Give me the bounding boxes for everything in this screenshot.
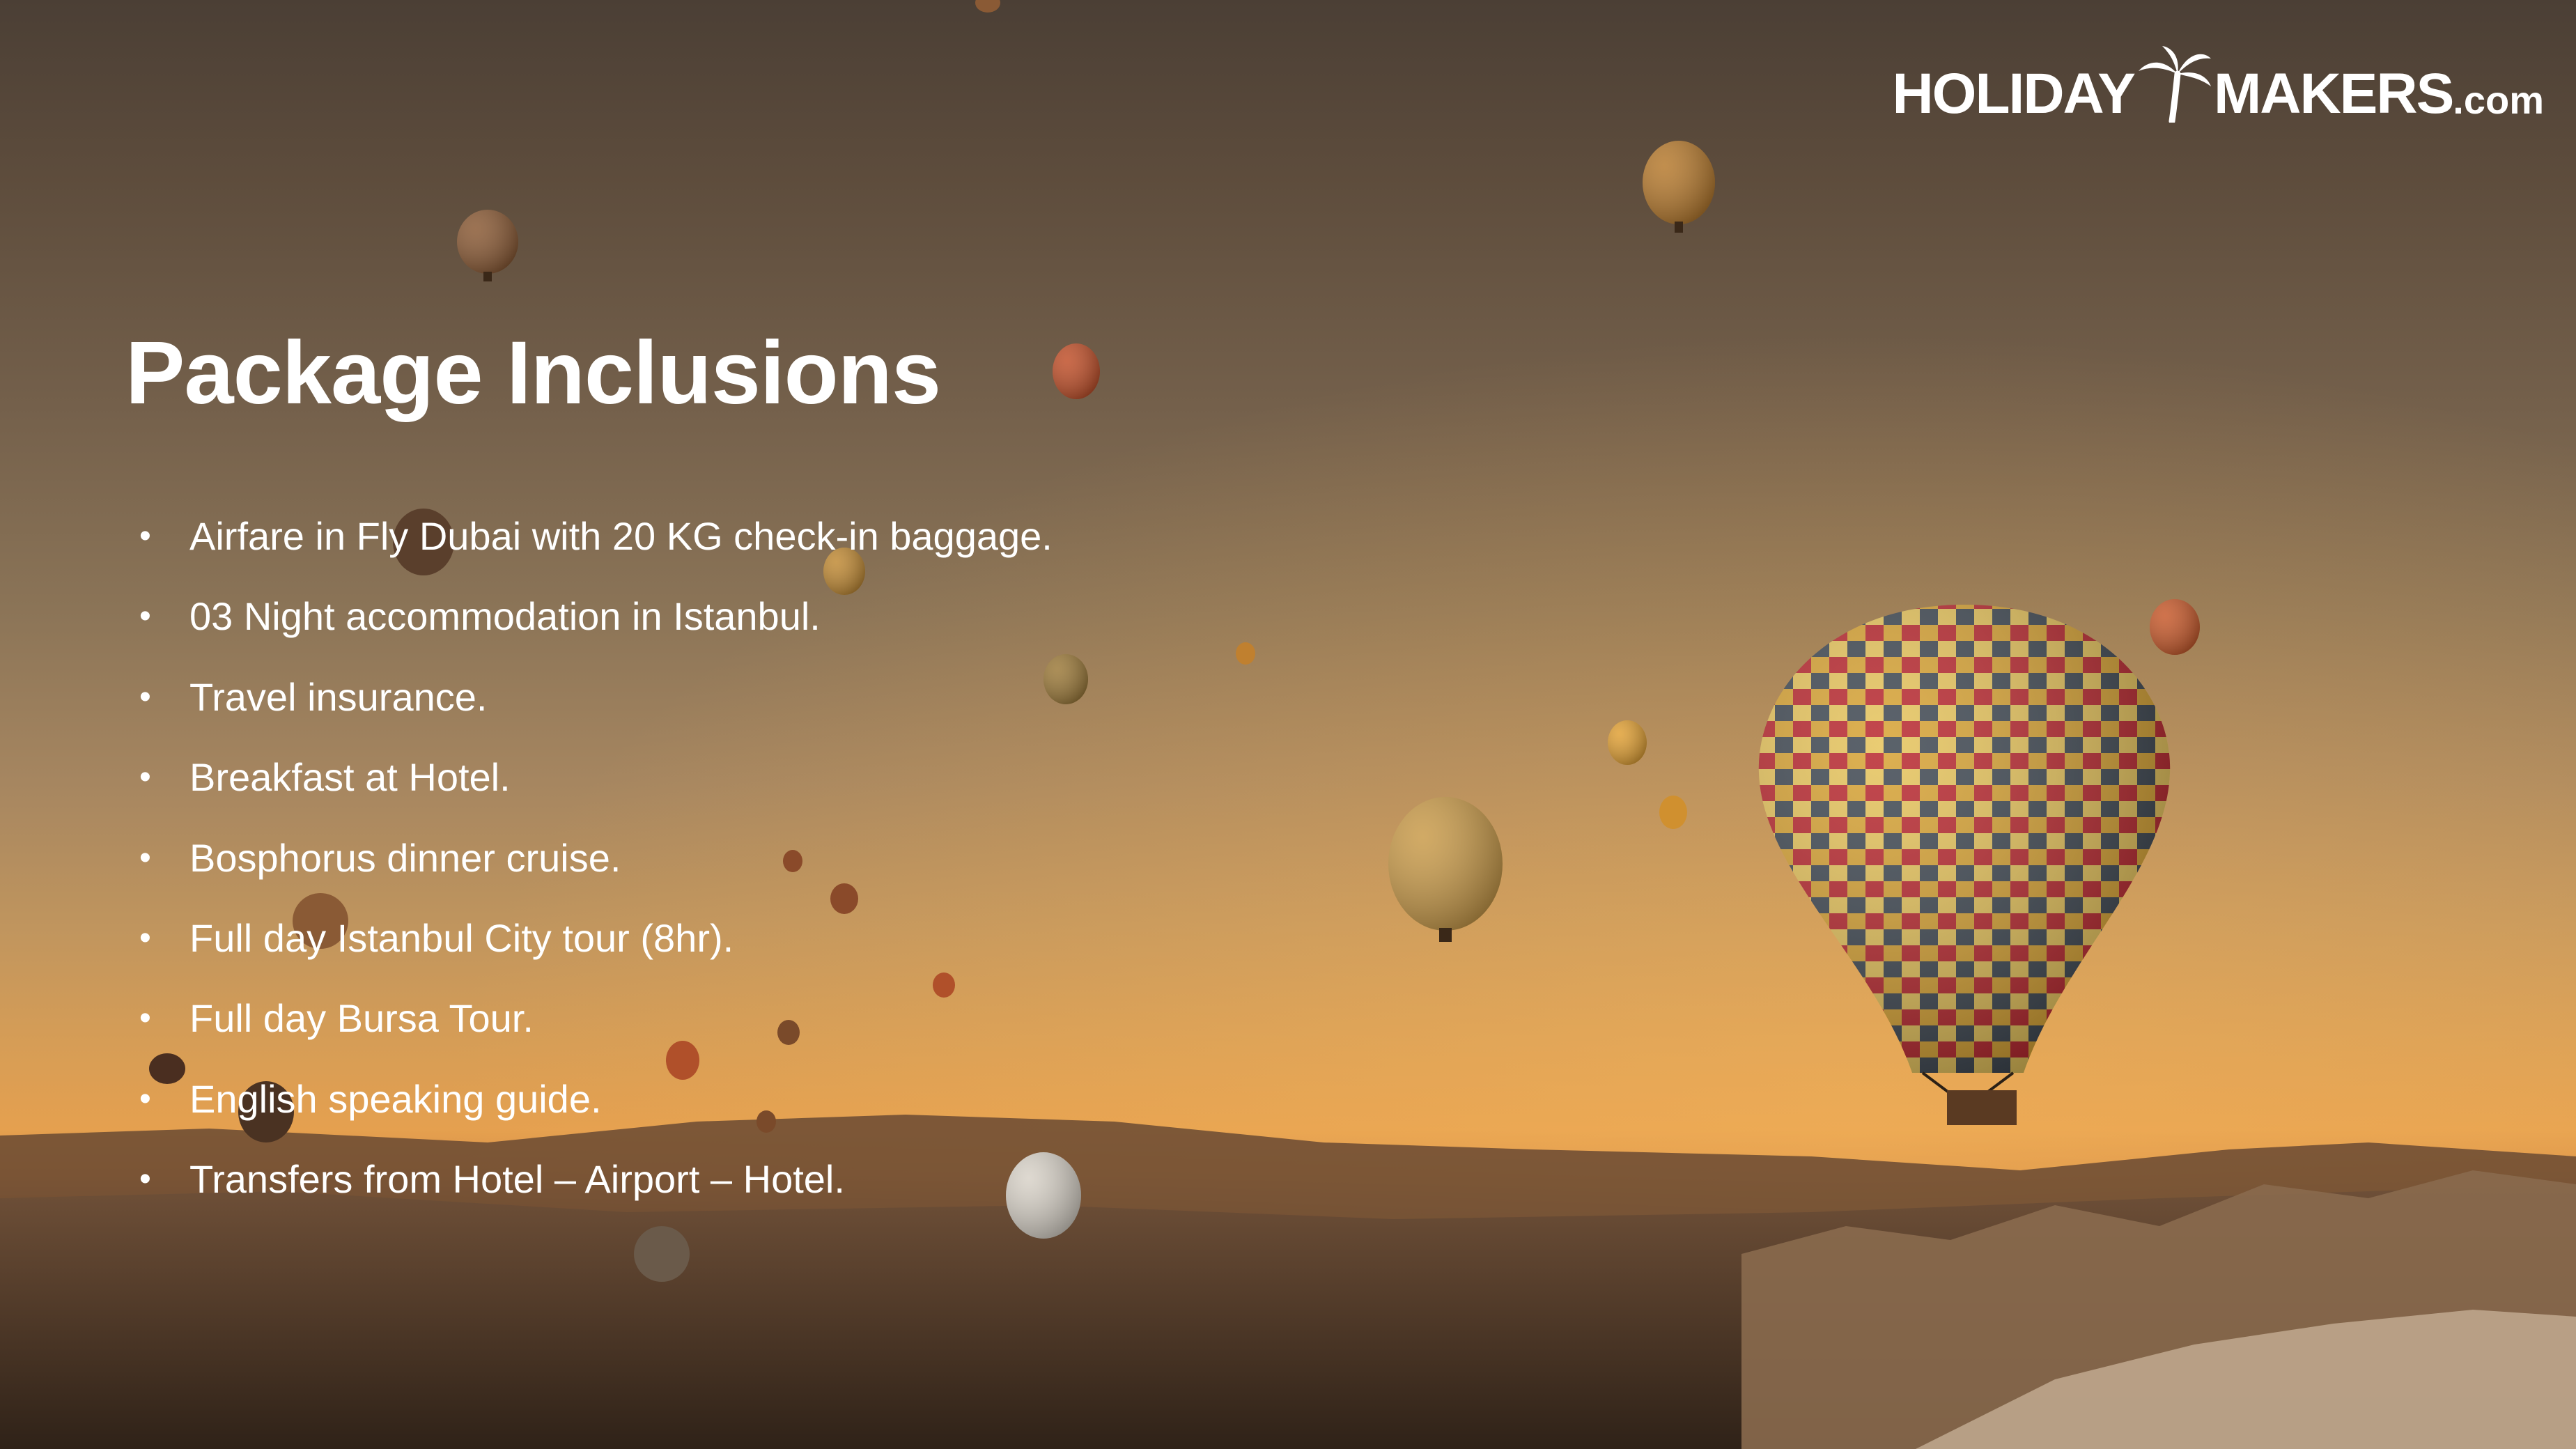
balloon-8 — [1659, 796, 1687, 829]
balloon-3 — [1053, 343, 1100, 399]
inclusion-item-bursa-tour: Full day Bursa Tour. — [139, 984, 1053, 1064]
inclusion-item-breakfast: Breakfast at Hotel. — [139, 743, 1053, 823]
logo-text-makers: MAKERS — [2213, 62, 2454, 125]
slide: HOLIDAY MAKERS .com Package Inclusions A… — [0, 0, 2576, 1449]
balloon-20 — [1236, 642, 1255, 665]
palm-tree-icon — [2138, 46, 2211, 123]
inclusion-item-dinner-cruise: Bosphorus dinner cruise. — [139, 823, 1053, 904]
balloon-7 — [1608, 720, 1647, 765]
inclusion-item-guide: English speaking guide. — [139, 1064, 1053, 1145]
logo-text-com: .com — [2453, 78, 2544, 122]
inclusion-item-transfers: Transfers from Hotel – Airport – Hotel. — [139, 1145, 1053, 1225]
inclusion-item-airfare: Airfare in Fly Dubai with 20 KG check-in… — [139, 502, 1053, 582]
inclusion-item-accommodation: 03 Night accommodation in Istanbul. — [139, 582, 1053, 662]
balloon-4 — [2150, 599, 2200, 655]
logo-text-holiday: HOLIDAY — [1892, 62, 2135, 125]
holidaymakers-logo[interactable]: HOLIDAY MAKERS .com — [1892, 39, 2544, 123]
inclusion-item-city-tour: Full day Istanbul City tour (8hr). — [139, 904, 1053, 984]
inclusions-list: Airfare in Fly Dubai with 20 KG check-in… — [139, 502, 1053, 1225]
inclusion-item-insurance: Travel insurance. — [139, 662, 1053, 743]
balloon-22 — [634, 1226, 690, 1282]
page-title: Package Inclusions — [125, 323, 941, 423]
